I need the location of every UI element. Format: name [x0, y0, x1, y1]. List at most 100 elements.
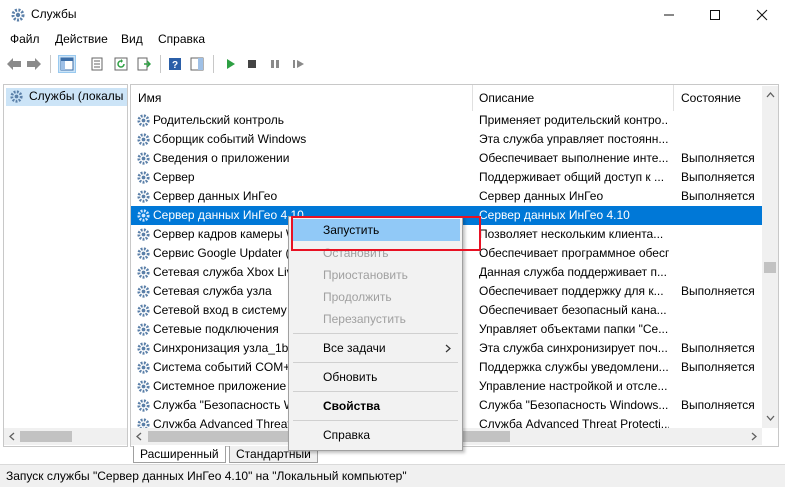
tree-item-services-local[interactable]: Службы (локалы	[29, 89, 123, 103]
stop-service-icon[interactable]	[243, 55, 261, 73]
service-description: Позволяет нескольким клиента...	[479, 227, 664, 241]
service-gear-icon	[137, 247, 150, 260]
service-description: Поддержка службы уведомлени...	[479, 360, 669, 374]
export-list-icon[interactable]	[135, 55, 153, 73]
service-name: Сборщик событий Windows	[153, 132, 307, 146]
service-status	[681, 301, 763, 320]
table-row[interactable]: Сервер данных ИнГео Сервер данных ИнГео Вы…	[131, 187, 763, 206]
context-help[interactable]: Справка	[323, 428, 370, 442]
svg-text:?: ?	[172, 60, 178, 71]
service-status	[681, 225, 763, 244]
service-status	[681, 206, 763, 225]
context-all-tasks[interactable]: Все задачи	[323, 341, 386, 355]
refresh-icon[interactable]	[112, 55, 130, 73]
service-description: Обеспечивает безопасный кана...	[479, 303, 667, 317]
context-properties[interactable]: Свойства	[323, 399, 380, 413]
table-row[interactable]: Сервер Поддерживает общий доступ к ... Вып…	[131, 168, 763, 187]
service-description: Управляет объектами папки "Се...	[479, 322, 669, 336]
vertical-scroll-thumb[interactable]	[764, 262, 776, 273]
scroll-down-icon[interactable]	[766, 414, 775, 422]
table-row[interactable]: Сборщик событий Windows Эта служба управл…	[131, 130, 763, 149]
context-pause[interactable]: Приостановить	[323, 268, 408, 282]
menu-separator	[293, 362, 458, 363]
service-description: Поддерживает общий доступ к ...	[479, 170, 665, 184]
tree-scroll-thumb[interactable]	[20, 431, 72, 442]
service-description: Эта служба управляет постоянн...	[479, 132, 669, 146]
close-button[interactable]	[739, 0, 785, 30]
menu-separator	[293, 420, 458, 421]
menu-bar	[0, 31, 785, 51]
service-status: Выполняется	[681, 170, 755, 184]
column-separator	[673, 85, 674, 111]
table-row[interactable]: Родительский контроль Применяет родительс…	[131, 111, 763, 130]
service-description: Применяет родительский контро...	[479, 113, 669, 127]
menu-file[interactable]: Файл	[10, 32, 40, 46]
pause-service-icon[interactable]	[266, 55, 284, 73]
service-description: Обеспечивает поддержку для к...	[479, 284, 664, 298]
console-tree	[3, 84, 128, 447]
service-name: Родительский контроль	[153, 113, 284, 127]
service-gear-icon	[137, 114, 150, 127]
menu-separator	[293, 333, 458, 334]
menu-view[interactable]: Вид	[121, 32, 143, 46]
service-gear-icon	[137, 285, 150, 298]
menu-action[interactable]: Действие	[55, 32, 108, 46]
vertical-scrollbar[interactable]	[762, 86, 778, 428]
table-row[interactable]: Сведения о приложении Обеспечивает выполн…	[131, 149, 763, 168]
tab-extended[interactable]: Расширенный	[133, 446, 226, 463]
services-gear-icon	[11, 8, 25, 22]
service-description: Управление настройкой и отсле...	[479, 379, 668, 393]
service-gear-icon	[137, 190, 150, 203]
context-resume[interactable]: Продолжить	[323, 290, 392, 304]
service-status: Выполняется	[681, 360, 755, 374]
properties-sheet-icon[interactable]	[88, 55, 106, 73]
service-status: Выполняется	[681, 341, 755, 355]
minimize-button[interactable]	[646, 0, 692, 30]
scroll-up-icon[interactable]	[766, 91, 775, 99]
console-tree-icon[interactable]	[58, 55, 76, 73]
service-status	[681, 111, 763, 130]
help-icon[interactable]: ?	[166, 55, 184, 73]
context-refresh[interactable]: Обновить	[323, 370, 377, 384]
service-status: Выполняется	[681, 398, 755, 412]
toolbar-separator	[50, 55, 51, 73]
action-pane-icon[interactable]	[188, 55, 206, 73]
service-gear-icon	[137, 323, 150, 336]
column-header-description[interactable]: Описание	[479, 85, 534, 111]
menu-help[interactable]: Справка	[158, 32, 205, 46]
service-description: Обеспечивает программное обесп...	[479, 246, 669, 260]
service-status	[681, 263, 763, 282]
scroll-left-icon[interactable]	[135, 432, 143, 441]
service-description: Эта служба синхронизирует поч...	[479, 341, 668, 355]
restart-service-icon[interactable]	[289, 55, 307, 73]
scroll-left-icon[interactable]	[8, 432, 16, 441]
service-description: Сервер данных ИнГео 4.10	[479, 208, 630, 222]
service-status	[681, 320, 763, 339]
toolbar-separator	[160, 55, 161, 73]
service-status: Выполняется	[681, 284, 755, 298]
service-gear-icon	[137, 152, 150, 165]
services-gear-icon	[10, 90, 23, 103]
service-status	[681, 244, 763, 263]
column-header-name[interactable]: Имя	[138, 85, 161, 111]
back-arrow-icon[interactable]	[5, 55, 23, 73]
service-gear-icon	[137, 380, 150, 393]
start-service-icon[interactable]	[221, 55, 239, 73]
service-gear-icon	[137, 304, 150, 317]
scroll-right-icon[interactable]	[750, 432, 758, 441]
service-gear-icon	[137, 266, 150, 279]
service-name: Сведения о приложении	[153, 151, 290, 165]
service-gear-icon	[137, 399, 150, 412]
maximize-button[interactable]	[692, 0, 738, 30]
context-restart[interactable]: Перезапустить	[323, 312, 406, 326]
column-separator	[472, 85, 473, 111]
service-status: Выполняется	[681, 151, 755, 165]
highlight-callout-box	[291, 216, 481, 251]
submenu-arrow-icon	[445, 344, 451, 353]
service-gear-icon	[137, 133, 150, 146]
service-gear-icon	[137, 342, 150, 355]
service-gear-icon	[137, 228, 150, 241]
column-header-status[interactable]: Состояние	[681, 85, 741, 111]
service-status: Выполняется	[681, 189, 755, 203]
forward-arrow-icon[interactable]	[25, 55, 43, 73]
